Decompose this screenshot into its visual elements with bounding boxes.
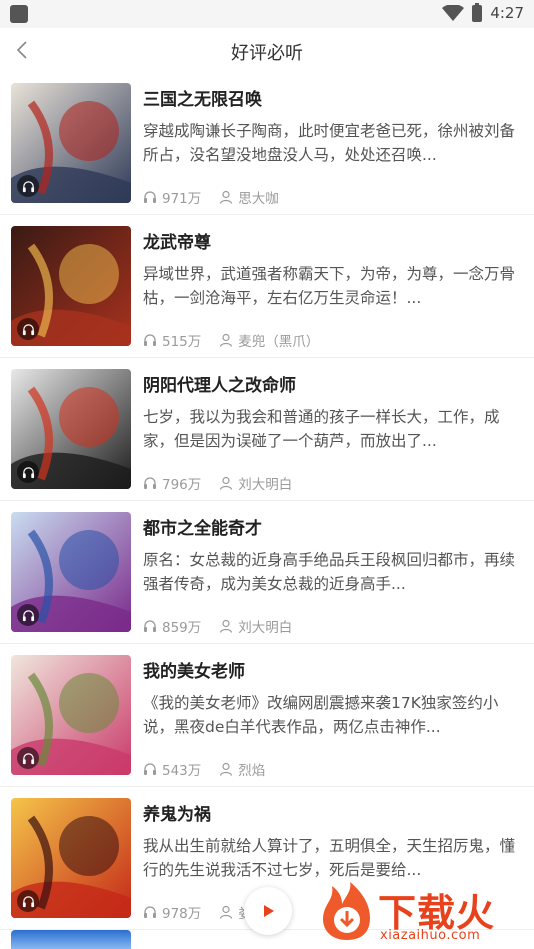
book-cover[interactable] — [11, 655, 131, 775]
book-list-item[interactable]: 龙武帝尊 异域世界，武道强者称霸天下，为帝，为尊，一念万骨枯，一剑沧海平，左右亿… — [0, 215, 534, 358]
headphones-icon — [22, 609, 34, 621]
book-title[interactable]: 三国之无限召唤 — [143, 85, 262, 110]
person-icon — [220, 619, 233, 633]
book-title[interactable]: 我的美女老师 — [143, 657, 245, 682]
cover-audio-badge — [17, 604, 39, 626]
book-list-item[interactable]: 三国之无限召唤 穿越成陶谦长子陶商，此时便宜老爸已死，徐州被刘备所占，没名望没地… — [0, 72, 534, 215]
headphones-icon — [144, 477, 156, 489]
status-bar: 4:27 — [0, 0, 534, 28]
headphones-icon — [22, 895, 34, 907]
book-list-item[interactable]: 我的美女老师 《我的美女老师》改编网剧震撼来袭17K独家签约小说，黑夜de白羊代… — [0, 644, 534, 787]
headphones-icon — [22, 180, 34, 192]
headphones-icon — [144, 620, 156, 632]
app-notification-icon — [10, 5, 28, 23]
book-title[interactable]: 龙武帝尊 — [143, 228, 211, 253]
headphones-icon — [22, 323, 34, 335]
book-meta: 971万 思大咖 — [143, 187, 279, 207]
floating-player-button[interactable] — [244, 887, 292, 935]
author-name: 刘大明白 — [238, 477, 293, 493]
book-list-item[interactable]: 阴阳代理人之改命师 七岁，我以为我会和普通的孩子一样长大，工作，成家，但是因为误… — [0, 358, 534, 501]
book-description: 《我的美女老师》改编网剧震撼来袭17K独家签约小说，黑夜de白羊代表作品，两亿点… — [143, 694, 499, 736]
play-count: 543万 — [162, 763, 202, 779]
cover-audio-badge — [17, 318, 39, 340]
book-cover[interactable] — [11, 369, 131, 489]
book-meta: 796万 刘大明白 — [143, 473, 292, 493]
cover-audio-badge — [17, 461, 39, 483]
author-name: 刘大明白 — [238, 620, 293, 636]
headphones-icon — [144, 763, 156, 775]
book-meta: 978万 娄 — [143, 902, 252, 922]
nav-bar: 好评必听 — [0, 28, 534, 72]
headphones-icon — [144, 906, 156, 918]
play-count: 515万 — [162, 334, 202, 350]
cover-audio-badge — [17, 747, 39, 769]
book-cover[interactable] — [11, 83, 131, 203]
next-book-cover-partial — [11, 930, 131, 949]
page-title: 好评必听 — [231, 43, 303, 64]
book-meta: 543万 烈焰 — [143, 759, 265, 779]
person-icon — [220, 190, 233, 204]
book-meta: 515万 麦兜（黑爪） — [143, 330, 319, 350]
person-icon — [220, 762, 233, 776]
book-description: 原名：女总裁的近身高手绝品兵王段枫回归都市，再续强者传奇，成为美女总裁的近身高手… — [143, 551, 516, 593]
headphones-icon — [22, 466, 34, 478]
wifi-icon — [442, 5, 465, 21]
book-list: 三国之无限召唤 穿越成陶谦长子陶商，此时便宜老爸已死，徐州被刘备所占，没名望没地… — [0, 72, 534, 930]
watermark: 下载火 xiazaihuo.com — [318, 880, 530, 946]
flame-logo-icon — [322, 882, 370, 940]
book-meta: 859万 刘大明白 — [143, 616, 292, 636]
play-count: 978万 — [162, 906, 202, 922]
book-description: 我从出生前就给人算计了，五明俱全，天生招厉鬼，懂行的先生说我活不过七岁，死后是要… — [143, 837, 516, 879]
person-icon — [220, 905, 233, 919]
battery-icon — [472, 2, 483, 22]
status-time: 4:27 — [490, 4, 524, 22]
author-name: 麦兜（黑爪） — [238, 334, 320, 350]
play-icon — [264, 905, 274, 917]
book-title[interactable]: 养鬼为祸 — [143, 800, 211, 825]
author-name: 思大咖 — [238, 191, 279, 207]
book-description: 穿越成陶谦长子陶商，此时便宜老爸已死，徐州被刘备所占，没名望没地盘没人马，处处还… — [143, 122, 516, 164]
book-title[interactable]: 阴阳代理人之改命师 — [143, 371, 296, 396]
headphones-icon — [144, 191, 156, 203]
person-icon — [220, 333, 233, 347]
book-description: 七岁，我以为我会和普通的孩子一样长大，工作，成家，但是因为误碰了一个葫芦，而放出… — [143, 408, 500, 450]
author-name: 烈焰 — [238, 763, 266, 779]
book-cover[interactable] — [11, 226, 131, 346]
play-count: 971万 — [162, 191, 202, 207]
play-count: 796万 — [162, 477, 202, 493]
book-title[interactable]: 都市之全能奇才 — [143, 514, 262, 539]
book-description: 异域世界，武道强者称霸天下，为帝，为尊，一念万骨枯，一剑沧海平，左右亿万生灵命运… — [143, 265, 516, 307]
book-list-item[interactable]: 都市之全能奇才 原名：女总裁的近身高手绝品兵王段枫回归都市，再续强者传奇，成为美… — [0, 501, 534, 644]
person-icon — [220, 476, 233, 490]
cover-audio-badge — [17, 890, 39, 912]
book-cover[interactable] — [11, 798, 131, 918]
play-count: 859万 — [162, 620, 202, 636]
cover-audio-badge — [17, 175, 39, 197]
headphones-icon — [22, 752, 34, 764]
book-cover[interactable] — [11, 512, 131, 632]
headphones-icon — [144, 334, 156, 346]
watermark-url: xiazaihuo.com — [380, 928, 481, 943]
